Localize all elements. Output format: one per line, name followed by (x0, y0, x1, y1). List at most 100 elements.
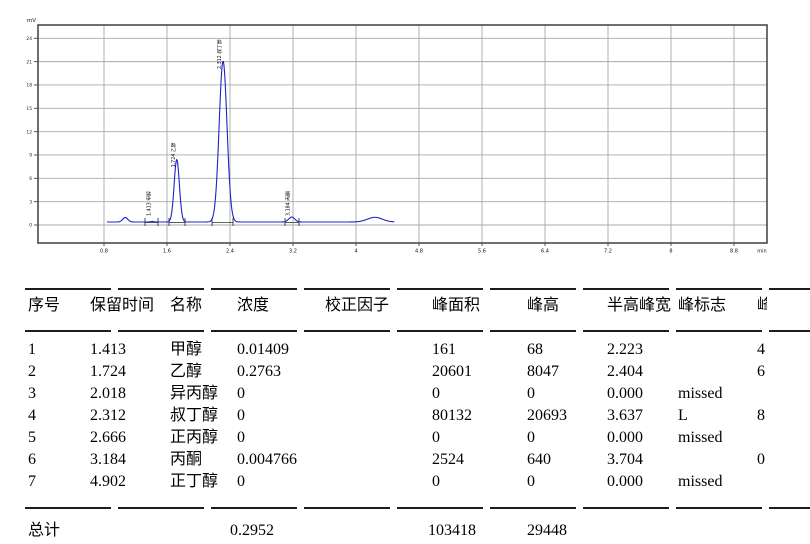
table-cell: 甲醇 (170, 340, 202, 360)
table-cell: missed (678, 384, 722, 404)
table-cell: 20601 (432, 362, 472, 382)
y-tick-label: 24 (26, 36, 32, 42)
x-tick-label: 5.6 (478, 249, 486, 255)
table-cell: 1.413 (90, 340, 126, 360)
table-header-row: 序号保留时间名称浓度校正因子峰面积峰高半高峰宽峰标志峰 (0, 296, 810, 318)
table-cell: 1.724 (90, 362, 126, 382)
table-cell: 2524 (432, 450, 464, 470)
table-cell: 0.000 (607, 472, 643, 492)
y-tick-label: 18 (26, 83, 32, 89)
table-cell: 0 (237, 472, 245, 492)
table-cell: 6 (757, 362, 765, 382)
x-tick-label: 4.8 (415, 249, 423, 255)
table-cell: missed (678, 428, 722, 448)
y-tick-label: 15 (26, 106, 32, 112)
table-row: 74.902正丁醇0000.000missed (0, 472, 810, 494)
table-cell: 正丙醇 (170, 428, 218, 448)
table-cell: 0 (237, 384, 245, 404)
x-tick-label: 1.6 (163, 249, 171, 255)
table-cell: 乙醇 (170, 362, 202, 382)
column-header: 浓度 (237, 296, 269, 316)
table-cell: 0.01409 (237, 340, 289, 360)
y-tick-label: 0 (29, 223, 32, 229)
totals-concentration: 0.2952 (230, 521, 274, 541)
table-row: 63.184丙酮0.00476625246403.7040 (0, 450, 810, 472)
table-cell: 3.184 (90, 450, 126, 470)
x-tick-label: 4 (354, 249, 357, 255)
peak-label: 2.312 叔丁醇 (216, 39, 223, 69)
x-tick-label: 0.8 (100, 249, 108, 255)
table-row: 32.018异丙醇0000.000missed (0, 384, 810, 406)
table-cell: 0 (237, 428, 245, 448)
column-header: 峰面积 (432, 296, 480, 316)
peak-label: 3.184 丙酮 (286, 191, 292, 216)
table-row: 11.413甲醇0.01409161682.2234 (0, 340, 810, 362)
table-cell: 正丁醇 (170, 472, 218, 492)
table-cell: 4.902 (90, 472, 126, 492)
column-header: 峰高 (527, 296, 559, 316)
table-cell: 3 (28, 384, 36, 404)
chromatogram-panel: 0 3 6 9 12 15 18 21 24 0.8 1.6 2.4 3.2 4 4.8 5.6 6.4 7.2 8… (0, 0, 810, 270)
column-header: 峰 (757, 296, 767, 316)
table-cell: 20693 (527, 406, 567, 426)
peak-label: 1.724 乙醇 (170, 142, 177, 167)
table-rule-under-header (25, 330, 810, 332)
y-tick-label: 9 (29, 153, 32, 159)
table-cell: 0 (527, 428, 535, 448)
totals-label: 总计 (28, 521, 60, 541)
table-cell: 3.637 (607, 406, 643, 426)
totals-row: 总计0.295210341829448 (0, 521, 810, 543)
table-cell: missed (678, 472, 722, 492)
table-cell: 叔丁醇 (170, 406, 218, 426)
x-tick-label: 8.8 (730, 249, 738, 255)
table-cell: 0 (527, 384, 535, 404)
table-cell: 640 (527, 450, 551, 470)
table-cell: 80132 (432, 406, 472, 426)
table-cell: 161 (432, 340, 456, 360)
table-cell: 5 (28, 428, 36, 448)
table-cell: 4 (28, 406, 36, 426)
table-cell: 1 (28, 340, 36, 360)
table-cell: 2.404 (607, 362, 643, 382)
results-table: 序号保留时间名称浓度校正因子峰面积峰高半高峰宽峰标志峰 11.413甲醇0.01… (0, 270, 810, 544)
table-cell: 3.704 (607, 450, 643, 470)
x-tick-label: 2.4 (226, 249, 234, 255)
chromatography-report: { "chart": { "y_axis_unit": "mV", "x_axi… (0, 0, 810, 544)
table-cell: 2.312 (90, 406, 126, 426)
y-tick-label: 3 (29, 199, 32, 205)
table-cell: 0.2763 (237, 362, 281, 382)
y-tick-label: 6 (29, 176, 32, 182)
table-rule-top (25, 288, 810, 290)
table-cell: 异丙醇 (170, 384, 218, 404)
table-row: 42.312叔丁醇080132206933.637L8 (0, 406, 810, 428)
table-cell: 2.666 (90, 428, 126, 448)
table-cell: 0 (237, 406, 245, 426)
y-tick-label: 12 (26, 129, 32, 135)
table-cell: 丙酮 (170, 450, 202, 470)
x-axis-unit: min (757, 249, 766, 255)
table-cell: 0 (432, 472, 440, 492)
table-rule-above-totals (25, 507, 810, 509)
y-tick-label: 21 (26, 59, 32, 65)
table-row: 52.666正丙醇0000.000missed (0, 428, 810, 450)
table-cell: 4 (757, 340, 765, 360)
table-cell: 0.004766 (237, 450, 297, 470)
table-cell: 0.000 (607, 384, 643, 404)
totals-area: 103418 (428, 521, 476, 541)
table-cell: 0 (432, 428, 440, 448)
column-header: 名称 (170, 296, 202, 316)
x-tick-label: 8 (669, 249, 672, 255)
table-cell: 2 (28, 362, 36, 382)
x-tick-label: 6.4 (541, 249, 549, 255)
x-tick-label: 3.2 (289, 249, 297, 255)
column-header: 峰标志 (678, 296, 726, 316)
table-cell: 0 (527, 472, 535, 492)
table-cell: 8 (757, 406, 765, 426)
peak-label: 1.413 甲醇 (145, 191, 152, 216)
y-axis-unit: mV (27, 18, 36, 24)
table-cell: 2.223 (607, 340, 643, 360)
x-tick-label: 7.2 (604, 249, 612, 255)
column-header: 校正因子 (325, 296, 389, 316)
table-cell: 8047 (527, 362, 559, 382)
table-cell: 6 (28, 450, 36, 470)
